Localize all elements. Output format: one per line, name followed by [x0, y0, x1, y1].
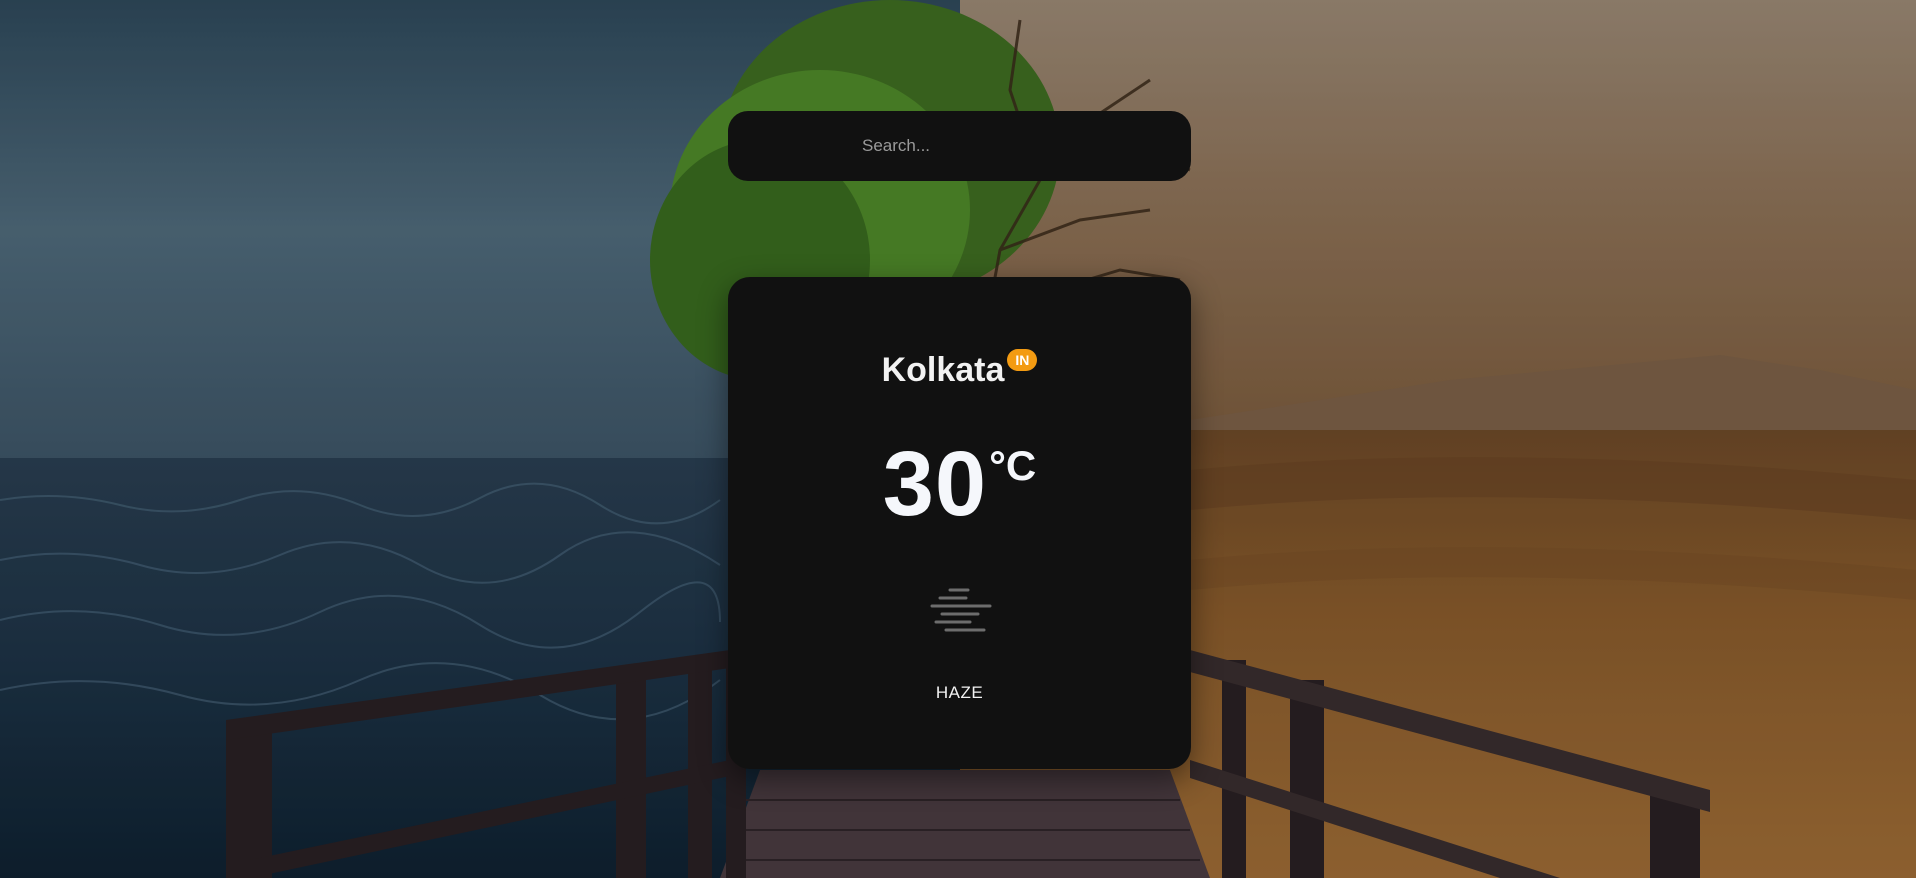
temperature-value: 30: [882, 433, 988, 535]
temperature: 30°C: [728, 432, 1191, 537]
temperature-unit: °C: [989, 442, 1037, 489]
haze-icon: [930, 588, 992, 632]
city-name: Kolkata: [881, 351, 1005, 389]
search-input[interactable]: [860, 111, 1162, 181]
country-badge: IN: [1007, 348, 1038, 371]
weather-card: Kolkata IN 30°C HAZE: [728, 277, 1191, 769]
weather-condition: HAZE: [935, 683, 984, 702]
search-bar: [728, 111, 1191, 181]
location: Kolkata IN: [728, 348, 1191, 390]
